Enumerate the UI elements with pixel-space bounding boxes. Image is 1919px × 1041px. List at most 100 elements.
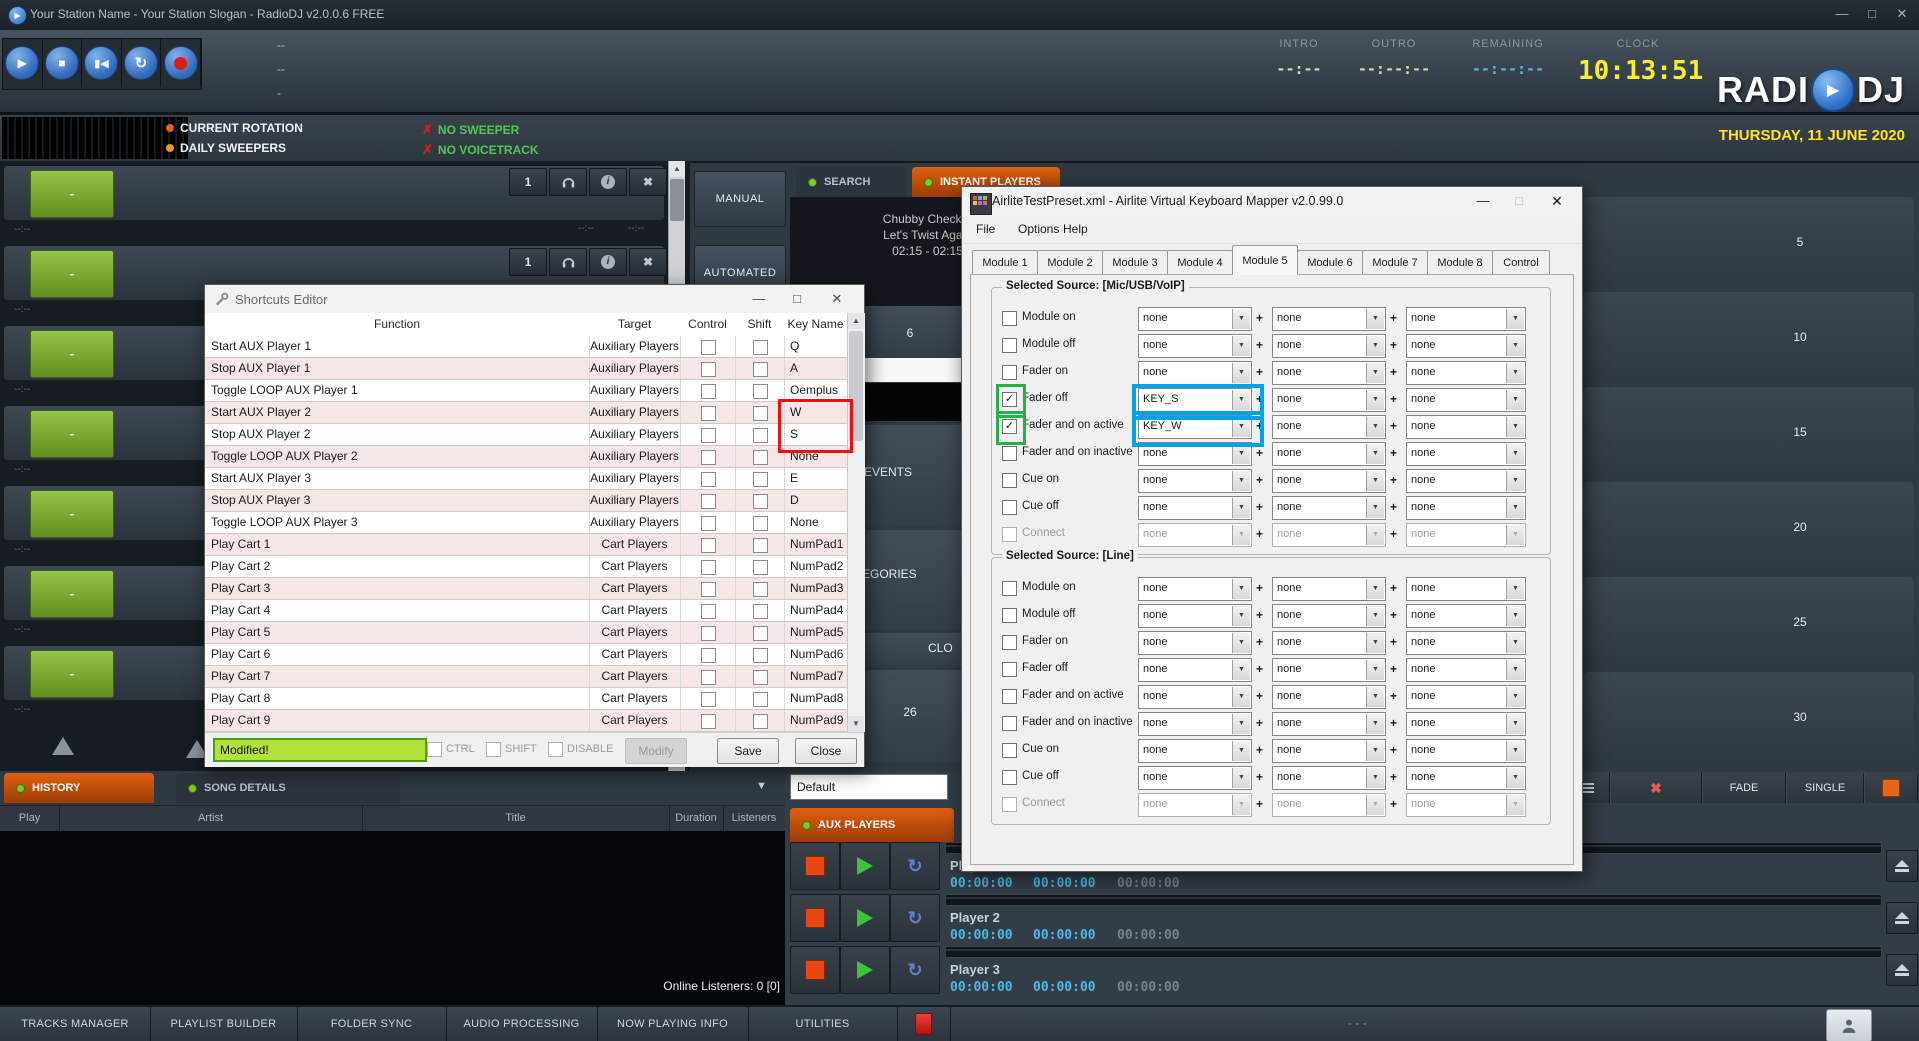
control-checkbox[interactable] (701, 384, 716, 399)
stop-button[interactable]: ■ (43, 39, 83, 87)
header-control[interactable]: Control (680, 317, 735, 331)
key-select-3[interactable]: none ▼ (1406, 658, 1526, 682)
chevron-down-icon[interactable]: ▼ (756, 780, 767, 792)
key-select-3[interactable]: none ▼ (1406, 577, 1526, 601)
key-select-2[interactable]: none ▼ (1272, 631, 1386, 655)
headphones-button[interactable] (549, 248, 587, 276)
headphones-button[interactable] (549, 168, 587, 196)
key-select-3[interactable]: none ▼ (1406, 496, 1526, 520)
shortcut-row[interactable]: Toggle LOOP AUX Player 3 Auxiliary Player… (205, 512, 848, 534)
clear-button[interactable]: ✖ (1610, 773, 1702, 803)
key-select-3[interactable]: none ▼ (1406, 631, 1526, 655)
track-color-block[interactable]: - (30, 570, 114, 618)
key-select-3[interactable]: none ▼ (1406, 334, 1526, 358)
modify-button[interactable]: Modify (625, 738, 687, 764)
key-select-2[interactable]: none ▼ (1272, 307, 1386, 331)
shortcut-row[interactable]: Start AUX Player 1 Auxiliary Players Q (205, 336, 848, 358)
key-select-1[interactable]: none ▼ (1138, 496, 1252, 520)
track-color-block[interactable]: - (30, 490, 114, 538)
menu-options[interactable]: Options (1018, 222, 1059, 236)
fader-on-checkbox[interactable] (1002, 635, 1017, 650)
toolbar-now-playing-info[interactable]: NOW PLAYING INFO (597, 1007, 749, 1041)
key-select-3[interactable]: none ▼ (1406, 712, 1526, 736)
key-select-2[interactable]: none ▼ (1272, 334, 1386, 358)
fader-off-checkbox[interactable] (1002, 662, 1017, 677)
shift-checkbox[interactable] (753, 450, 768, 465)
track-color-block[interactable]: - (30, 330, 114, 378)
shift-checkbox[interactable] (753, 538, 768, 553)
toolbar-folder-sync[interactable]: FOLDER SYNC (297, 1007, 447, 1041)
eject-button[interactable] (1886, 902, 1918, 934)
control-checkbox[interactable] (701, 692, 716, 707)
table-scrollbar[interactable]: ▲ ▼ (847, 313, 865, 732)
fader-and-on-inactive-checkbox[interactable] (1002, 446, 1017, 461)
shortcut-row[interactable]: Toggle LOOP AUX Player 2 Auxiliary Player… (205, 446, 848, 468)
shortcut-row[interactable]: Play Cart 1 Cart Players NumPad1 (205, 534, 848, 556)
key-select-1[interactable]: none ▼ (1138, 604, 1252, 628)
shift-checkbox[interactable] (753, 626, 768, 641)
key-select-2[interactable]: none ▼ (1272, 577, 1386, 601)
key-select-3[interactable]: none ▼ (1406, 766, 1526, 790)
minimize-icon[interactable]: — (1829, 6, 1855, 21)
key-select-2[interactable]: none ▼ (1272, 415, 1386, 439)
shift-checkbox[interactable] (753, 604, 768, 619)
loop-player-button[interactable]: ↻ (890, 894, 940, 942)
eject-button[interactable] (1886, 850, 1918, 882)
key-select-1[interactable]: none ▼ (1138, 631, 1252, 655)
shortcut-row[interactable]: Play Cart 6 Cart Players NumPad6 (205, 644, 848, 666)
shortcuts-editor-titlebar[interactable]: Shortcuts Editor — □ ✕ (205, 285, 864, 313)
play-player-button[interactable] (840, 894, 890, 942)
shift-checkbox[interactable] (753, 582, 768, 597)
key-select-2[interactable]: none ▼ (1272, 496, 1386, 520)
airlite-titlebar[interactable]: AirliteTestPreset.xml - Airlite Virtual … (962, 187, 1582, 217)
key-select-1[interactable]: none ▼ (1138, 334, 1252, 358)
key-select-1[interactable]: none ▼ (1138, 685, 1252, 709)
scroll-down-icon[interactable]: ▼ (848, 716, 864, 732)
control-checkbox[interactable] (701, 538, 716, 553)
shortcut-row[interactable]: Stop AUX Player 2 Auxiliary Players S (205, 424, 848, 446)
key-select-1[interactable]: none ▼ (1138, 766, 1252, 790)
tab-module-2[interactable]: Module 2 (1037, 250, 1103, 275)
control-checkbox[interactable] (701, 714, 716, 729)
control-checkbox[interactable] (701, 582, 716, 597)
key-select-1[interactable]: none ▼ (1138, 658, 1252, 682)
tab-control[interactable]: Control (1492, 250, 1550, 275)
maximize-icon[interactable]: □ (782, 291, 812, 306)
shift-checkbox[interactable] (753, 472, 768, 487)
key-select-3[interactable]: none ▼ (1406, 469, 1526, 493)
key-select-3[interactable]: none ▼ (1406, 604, 1526, 628)
key-select-2[interactable]: none ▼ (1272, 604, 1386, 628)
playlist-row[interactable]: - 1 i ✖ (4, 166, 667, 221)
minimize-icon[interactable]: — (744, 291, 774, 306)
previous-button[interactable]: ▮◀ (82, 39, 122, 87)
key-select-2[interactable]: none ▼ (1272, 739, 1386, 763)
header-target[interactable]: Target (589, 317, 680, 331)
key-select-2[interactable]: none ▼ (1272, 361, 1386, 385)
key-select-1[interactable]: none ▼ (1138, 307, 1252, 331)
tab-module-1[interactable]: Module 1 (972, 250, 1038, 275)
shortcut-row[interactable]: Play Cart 9 Cart Players NumPad9 (205, 710, 848, 732)
close-icon[interactable]: ✕ (1889, 6, 1915, 22)
module-on-checkbox[interactable] (1002, 311, 1017, 326)
key-select-2[interactable]: none ▼ (1272, 469, 1386, 493)
shift-checkbox[interactable] (753, 714, 768, 729)
manual-button[interactable]: MANUAL (694, 171, 786, 227)
maximize-icon[interactable]: □ (1859, 6, 1885, 21)
disable-checkbox[interactable] (548, 742, 563, 757)
control-checkbox[interactable] (701, 450, 716, 465)
toolbar-playlist-builder[interactable]: PLAYLIST BUILDER (150, 1007, 298, 1041)
key-select-3[interactable]: none ▼ (1406, 442, 1526, 466)
shortcut-row[interactable]: Play Cart 3 Cart Players NumPad3 (205, 578, 848, 600)
header-function[interactable]: Function (205, 317, 589, 331)
shortcut-row[interactable]: Stop AUX Player 3 Auxiliary Players D (205, 490, 848, 512)
connect-checkbox[interactable] (1002, 797, 1017, 812)
shortcut-row[interactable]: Play Cart 2 Cart Players NumPad2 (205, 556, 848, 578)
shift-checkbox[interactable] (753, 362, 768, 377)
key-select-3[interactable]: none ▼ (1406, 685, 1526, 709)
key-select-3[interactable]: none ▼ (1406, 415, 1526, 439)
tab-module-4[interactable]: Module 4 (1167, 250, 1233, 275)
tab-module-8[interactable]: Module 8 (1427, 250, 1493, 275)
minimize-icon[interactable]: — (1468, 193, 1498, 208)
loop-button[interactable]: ↻ (122, 39, 162, 87)
cart-row[interactable] (1583, 387, 1914, 475)
